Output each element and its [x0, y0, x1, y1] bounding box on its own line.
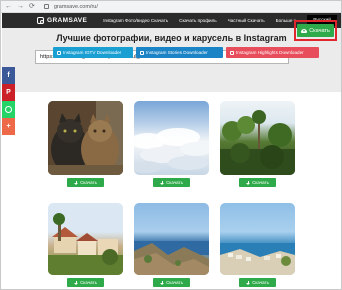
photo-card: Скачать: [48, 101, 123, 187]
pinterest-share-button[interactable]: P: [2, 84, 15, 101]
download-icon: [74, 180, 79, 185]
coast-photo: [134, 241, 209, 275]
menu-item-private[interactable]: Частный Скачать: [228, 18, 265, 24]
photo-thumbnail[interactable]: [48, 101, 123, 175]
menu-item-profile[interactable]: Скачать профиль: [179, 18, 217, 24]
download-label: Скачать: [80, 280, 97, 285]
menu-item-more[interactable]: Больше ▾: [276, 18, 296, 24]
download-button[interactable]: Скачать: [67, 278, 104, 287]
download-button[interactable]: Скачать: [153, 278, 190, 287]
photo-thumbnail[interactable]: [134, 203, 209, 275]
browser-toolbar: ← → ⟳ gramsave.com/ru/: [1, 1, 341, 13]
page-title: Лучшие фотографии, видео и карусель в In…: [56, 33, 287, 43]
photo-thumbnail[interactable]: [134, 101, 209, 175]
forward-icon[interactable]: →: [17, 3, 24, 10]
menu-item-photo-video[interactable]: Instagram Фото/видео Скачать: [103, 18, 168, 24]
lock-icon: [43, 4, 49, 9]
instagram-icon: [230, 50, 234, 55]
photo-card: Скачать: [134, 203, 209, 287]
instagram-icon: [57, 50, 61, 55]
download-label: Скачать: [166, 180, 183, 185]
logo-text: GRAMSAVE: [47, 17, 88, 24]
facebook-share-button[interactable]: f: [2, 67, 15, 84]
tool-links: Instagram IGTV Downloader Instagram Stor…: [53, 47, 319, 58]
download-button[interactable]: Скачать: [239, 278, 276, 287]
cloud-download-icon: [301, 28, 308, 33]
pinterest-icon: P: [6, 89, 11, 96]
bay-photo: [220, 243, 295, 275]
browser-window: ← → ⟳ gramsave.com/ru/ GRAMSAVE Instagra…: [0, 0, 342, 290]
download-button[interactable]: Скачать: [297, 24, 334, 37]
download-label: Скачать: [252, 280, 269, 285]
site-header: GRAMSAVE Instagram Фото/видео Скачать Ск…: [2, 13, 341, 28]
highlights-downloader-button[interactable]: Instagram Highlights Downloader: [226, 47, 319, 58]
instagram-icon: [140, 50, 144, 55]
back-icon[interactable]: ←: [5, 3, 12, 10]
hero-section: Лучшие фотографии, видео и карусель в In…: [2, 28, 341, 92]
cats-photo: [48, 101, 123, 175]
download-label: Скачать: [252, 180, 269, 185]
download-icon: [74, 280, 79, 285]
download-icon: [246, 180, 251, 185]
clouds-photo: [134, 128, 209, 173]
download-icon: [246, 280, 251, 285]
facebook-icon: f: [7, 72, 10, 79]
download-button-label: Скачать: [309, 27, 330, 34]
download-icon: [160, 180, 165, 185]
whatsapp-icon: [5, 106, 12, 113]
photo-card: Скачать: [220, 101, 295, 187]
main-menu: Instagram Фото/видео Скачать Скачать про…: [103, 18, 296, 24]
stories-downloader-button[interactable]: Instagram Stories Downloader: [136, 47, 223, 58]
stories-downloader-label: Instagram Stories Downloader: [146, 50, 208, 55]
more-share-button[interactable]: +: [2, 118, 15, 135]
download-label: Скачать: [166, 280, 183, 285]
download-button[interactable]: Скачать: [67, 178, 104, 187]
photo-card: Скачать: [134, 101, 209, 187]
download-label: Скачать: [80, 180, 97, 185]
download-button[interactable]: Скачать: [153, 178, 190, 187]
igtv-downloader-label: Instagram IGTV Downloader: [63, 50, 122, 55]
photo-thumbnail[interactable]: [48, 203, 123, 275]
download-button[interactable]: Скачать: [239, 178, 276, 187]
photo-thumbnail[interactable]: [220, 101, 295, 175]
instagram-icon: [37, 17, 44, 24]
igtv-downloader-button[interactable]: Instagram IGTV Downloader: [53, 47, 133, 58]
reload-icon[interactable]: ⟳: [29, 3, 35, 10]
photo-thumbnail[interactable]: [220, 203, 295, 275]
photo-card: Скачать: [48, 203, 123, 287]
village-photo: [48, 213, 123, 275]
download-icon: [160, 280, 165, 285]
highlights-downloader-label: Instagram Highlights Downloader: [236, 50, 304, 55]
plus-icon: +: [6, 123, 11, 130]
whatsapp-share-button[interactable]: [2, 101, 15, 118]
photo-card: Скачать: [220, 203, 295, 287]
trees-photo: [220, 110, 295, 175]
address-bar[interactable]: gramsave.com/ru/: [54, 4, 98, 10]
logo[interactable]: GRAMSAVE: [37, 17, 87, 24]
